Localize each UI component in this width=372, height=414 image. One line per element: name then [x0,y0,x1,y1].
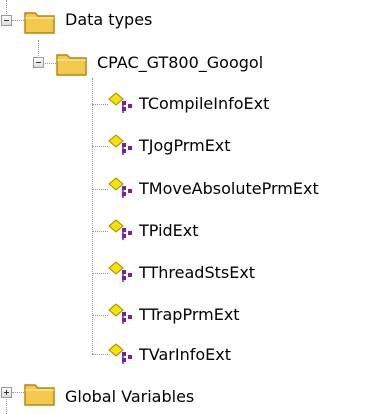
tree-connector-line [92,273,108,274]
tree-connector-line [12,392,24,393]
tree-connector-line [92,315,108,316]
struct-type-icon [108,303,132,324]
collapse-toggle[interactable] [1,15,12,26]
struct-type-icon [108,177,132,198]
tree-connector-line [12,20,24,21]
folder-icon [56,54,87,76]
tree-connector-line [92,189,108,190]
tree-item-label: TCompileInfoExt [139,94,270,113]
tree-connector-line [43,63,56,64]
tree-node-label: Data types [65,10,153,29]
tree-connector-line [92,78,93,354]
tree-item-label: TJogPrmExt [139,136,231,155]
tree-node-label: CPAC_GT800_Googol [97,53,264,72]
tree-connector-line [92,104,108,105]
project-tree: Data types CPAC_GT800_Googol TCompileInf… [0,0,372,414]
struct-type-icon [108,219,132,240]
folder-icon [24,12,55,34]
tree-item-label: TThreadStsExt [139,263,256,282]
tree-connector-line [92,146,108,147]
collapse-toggle[interactable] [33,57,44,68]
tree-item-label: TVarInfoExt [139,345,231,364]
tree-item-label: TMoveAbsolutePrmExt [139,179,319,198]
tree-item-label: TPidExt [139,221,199,240]
expand-toggle[interactable] [1,387,12,398]
folder-icon [24,384,55,406]
tree-item-label: TTrapPrmExt [139,305,240,324]
struct-type-icon [108,261,132,282]
tree-connector-line [92,231,108,232]
struct-type-icon [108,92,132,113]
struct-type-icon [108,134,132,155]
tree-connector-line [92,354,108,355]
tree-node-label: Global Variables [65,387,195,406]
struct-type-icon [108,343,132,364]
